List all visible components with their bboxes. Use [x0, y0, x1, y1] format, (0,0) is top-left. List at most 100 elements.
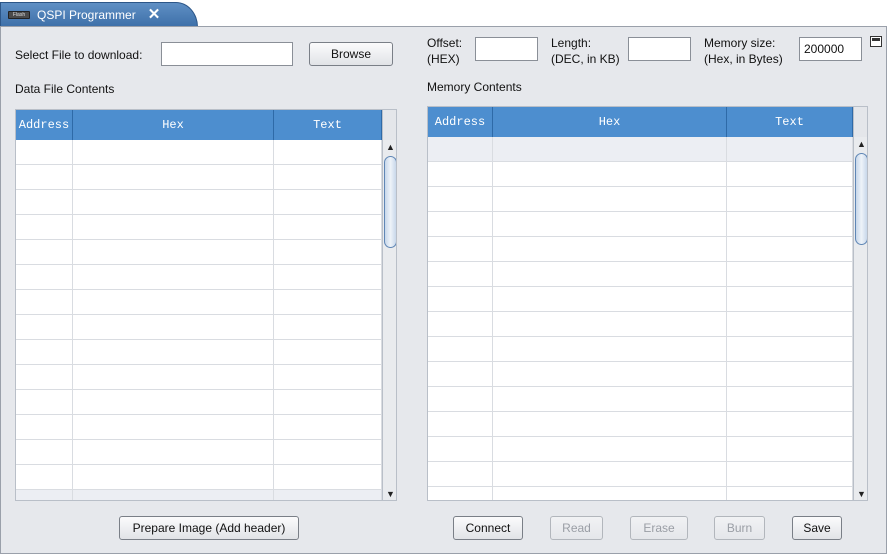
- table-cell[interactable]: [73, 390, 274, 414]
- table-cell[interactable]: [727, 137, 853, 161]
- table-cell[interactable]: [428, 312, 493, 336]
- table-cell[interactable]: [493, 162, 727, 186]
- table-cell[interactable]: [274, 415, 382, 439]
- table-cell[interactable]: [727, 412, 853, 436]
- erase-button[interactable]: Erase: [630, 516, 688, 540]
- column-header-address[interactable]: Address: [428, 107, 493, 137]
- table-cell[interactable]: [428, 462, 493, 486]
- table-cell[interactable]: [428, 212, 493, 236]
- table-row[interactable]: [16, 315, 382, 340]
- table-cell[interactable]: [73, 265, 274, 289]
- memory-size-input[interactable]: [799, 37, 862, 61]
- table-cell[interactable]: [73, 340, 274, 364]
- table-cell[interactable]: [16, 365, 73, 389]
- table-row[interactable]: [16, 440, 382, 465]
- table-row[interactable]: [428, 412, 853, 437]
- scroll-up-arrow-icon[interactable]: ▲: [383, 140, 396, 155]
- table-row[interactable]: [428, 187, 853, 212]
- column-header-hex[interactable]: Hex: [493, 107, 727, 137]
- table-cell[interactable]: [16, 315, 73, 339]
- table-cell[interactable]: [274, 140, 382, 164]
- read-button[interactable]: Read: [550, 516, 603, 540]
- table-cell[interactable]: [16, 140, 73, 164]
- table-cell[interactable]: [274, 215, 382, 239]
- table-cell[interactable]: [16, 465, 73, 489]
- table-cell[interactable]: [16, 390, 73, 414]
- table-cell[interactable]: [73, 290, 274, 314]
- table-cell[interactable]: [727, 487, 853, 500]
- table-cell[interactable]: [16, 440, 73, 464]
- table-cell[interactable]: [274, 290, 382, 314]
- table-cell[interactable]: [727, 462, 853, 486]
- table-cell[interactable]: [727, 437, 853, 461]
- table-cell[interactable]: [727, 162, 853, 186]
- table-row[interactable]: [16, 215, 382, 240]
- table-cell[interactable]: [274, 340, 382, 364]
- table-cell[interactable]: [493, 137, 727, 161]
- table-cell[interactable]: [727, 387, 853, 411]
- table-cell[interactable]: [493, 212, 727, 236]
- table-cell[interactable]: [493, 262, 727, 286]
- table-cell[interactable]: [727, 362, 853, 386]
- table-cell[interactable]: [727, 287, 853, 311]
- scrollbar-thumb[interactable]: [855, 153, 867, 245]
- browse-button[interactable]: Browse: [309, 42, 393, 66]
- memory-scrollbar[interactable]: ▲ ▼: [853, 137, 867, 500]
- table-row[interactable]: [428, 437, 853, 462]
- table-cell[interactable]: [274, 440, 382, 464]
- table-cell[interactable]: [274, 190, 382, 214]
- table-cell[interactable]: [73, 140, 274, 164]
- table-cell[interactable]: [274, 390, 382, 414]
- table-cell[interactable]: [73, 490, 274, 500]
- table-cell[interactable]: [493, 187, 727, 211]
- burn-button[interactable]: Burn: [714, 516, 765, 540]
- table-row[interactable]: [428, 237, 853, 262]
- table-row[interactable]: [428, 462, 853, 487]
- table-row[interactable]: [16, 140, 382, 165]
- table-cell[interactable]: [493, 362, 727, 386]
- table-row[interactable]: [16, 490, 382, 500]
- table-cell[interactable]: [493, 237, 727, 261]
- table-row[interactable]: [16, 240, 382, 265]
- table-cell[interactable]: [727, 262, 853, 286]
- table-cell[interactable]: [428, 287, 493, 311]
- table-cell[interactable]: [73, 465, 274, 489]
- table-row[interactable]: [16, 290, 382, 315]
- table-cell[interactable]: [73, 440, 274, 464]
- file-path-input[interactable]: [161, 42, 293, 66]
- table-row[interactable]: [428, 387, 853, 412]
- table-cell[interactable]: [73, 315, 274, 339]
- table-cell[interactable]: [16, 490, 73, 500]
- table-row[interactable]: [16, 390, 382, 415]
- tab-qspi-programmer[interactable]: Flash QSPI Programmer ✕: [0, 2, 198, 27]
- table-row[interactable]: [428, 337, 853, 362]
- scroll-down-arrow-icon[interactable]: ▼: [383, 487, 396, 500]
- table-row[interactable]: [428, 312, 853, 337]
- table-cell[interactable]: [16, 290, 73, 314]
- table-row[interactable]: [16, 165, 382, 190]
- table-row[interactable]: [428, 287, 853, 312]
- table-cell[interactable]: [493, 287, 727, 311]
- table-cell[interactable]: [73, 240, 274, 264]
- table-cell[interactable]: [16, 265, 73, 289]
- table-cell[interactable]: [274, 365, 382, 389]
- table-row[interactable]: [16, 340, 382, 365]
- table-cell[interactable]: [727, 187, 853, 211]
- table-cell[interactable]: [73, 190, 274, 214]
- table-cell[interactable]: [16, 190, 73, 214]
- table-cell[interactable]: [428, 487, 493, 500]
- offset-input[interactable]: [475, 37, 538, 61]
- table-cell[interactable]: [16, 415, 73, 439]
- table-row[interactable]: [428, 362, 853, 387]
- table-cell[interactable]: [73, 415, 274, 439]
- table-cell[interactable]: [73, 165, 274, 189]
- scrollbar-thumb[interactable]: [384, 156, 396, 248]
- scroll-up-arrow-icon[interactable]: ▲: [854, 137, 867, 152]
- table-cell[interactable]: [16, 215, 73, 239]
- table-row[interactable]: [428, 162, 853, 187]
- column-header-hex[interactable]: Hex: [73, 110, 274, 140]
- close-icon[interactable]: ✕: [147, 7, 161, 22]
- table-cell[interactable]: [16, 165, 73, 189]
- table-cell[interactable]: [727, 237, 853, 261]
- table-row[interactable]: [428, 487, 853, 500]
